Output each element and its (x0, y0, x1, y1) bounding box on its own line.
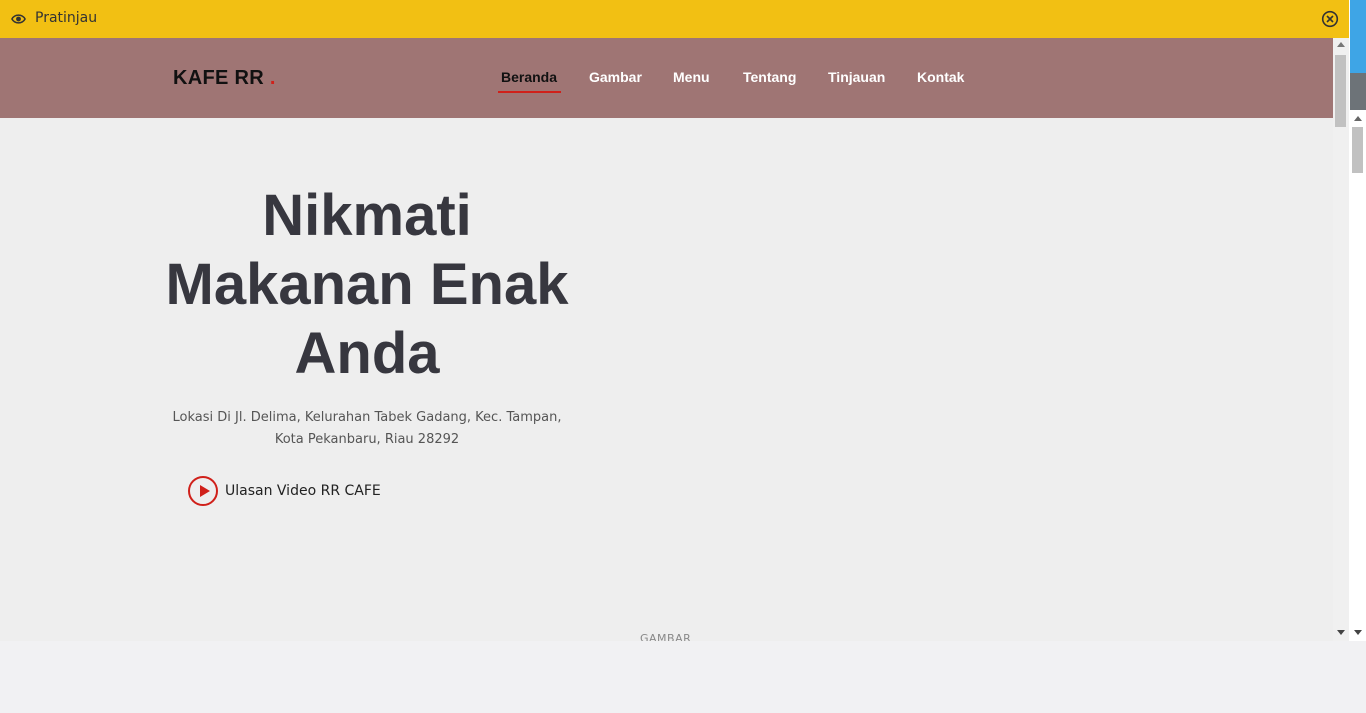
site-header: KAFE RR . Beranda Gambar Menu Tentang Ti… (0, 38, 1333, 118)
hero-title-line: Nikmati (262, 183, 472, 248)
bottom-area (0, 641, 1366, 713)
preview-bar: Pratinjau (0, 0, 1366, 38)
video-review-label: Ulasan Video RR CAFE (225, 483, 381, 499)
scroll-thumb[interactable] (1335, 55, 1346, 127)
site-logo[interactable]: KAFE RR . (173, 67, 276, 90)
nav-kontak[interactable]: Kontak (917, 69, 964, 85)
hero-title: Nikmati Makanan Enak Anda (148, 181, 586, 388)
play-circle-icon (188, 476, 218, 506)
nav-tinjauan[interactable]: Tinjauan (828, 69, 885, 85)
nav-menu[interactable]: Menu (673, 69, 710, 85)
eye-icon (11, 14, 26, 24)
scroll-down-arrow-icon[interactable] (1354, 630, 1362, 635)
nav-beranda[interactable]: Beranda (501, 69, 557, 85)
scroll-down-arrow-icon[interactable] (1337, 630, 1345, 635)
hero-location: Lokasi Di Jl. Delima, Kelurahan Tabek Ga… (162, 407, 572, 451)
nav-gambar[interactable]: Gambar (589, 69, 642, 85)
active-nav-underline (498, 91, 561, 93)
location-line: Kota Pekanbaru, Riau 28292 (274, 432, 460, 447)
location-line: Lokasi Di Jl. Delima, Kelurahan Tabek Ga… (172, 410, 562, 425)
page-scrollbar[interactable] (1349, 0, 1366, 641)
logo-dot: . (269, 67, 276, 89)
preview-label: Pratinjau (35, 10, 98, 26)
nav-tentang[interactable]: Tentang (743, 69, 796, 85)
close-circle-icon[interactable] (1321, 10, 1339, 28)
scroll-thumb[interactable] (1352, 127, 1363, 173)
hero-title-line: Makanan Enak (165, 252, 569, 317)
section-label: GAMBAR (640, 632, 692, 641)
logo-text: KAFE RR (173, 67, 264, 89)
hero-title-line: Anda (294, 321, 440, 386)
scrollbar-marker (1350, 0, 1366, 73)
scroll-up-arrow-icon[interactable] (1337, 42, 1345, 47)
scroll-up-arrow-icon[interactable] (1354, 116, 1362, 121)
frame-scrollbar[interactable] (1333, 38, 1349, 641)
scrollbar-marker (1350, 73, 1366, 110)
preview-frame: KAFE RR . Beranda Gambar Menu Tentang Ti… (0, 38, 1333, 641)
video-review-button[interactable]: Ulasan Video RR CAFE (188, 476, 388, 508)
